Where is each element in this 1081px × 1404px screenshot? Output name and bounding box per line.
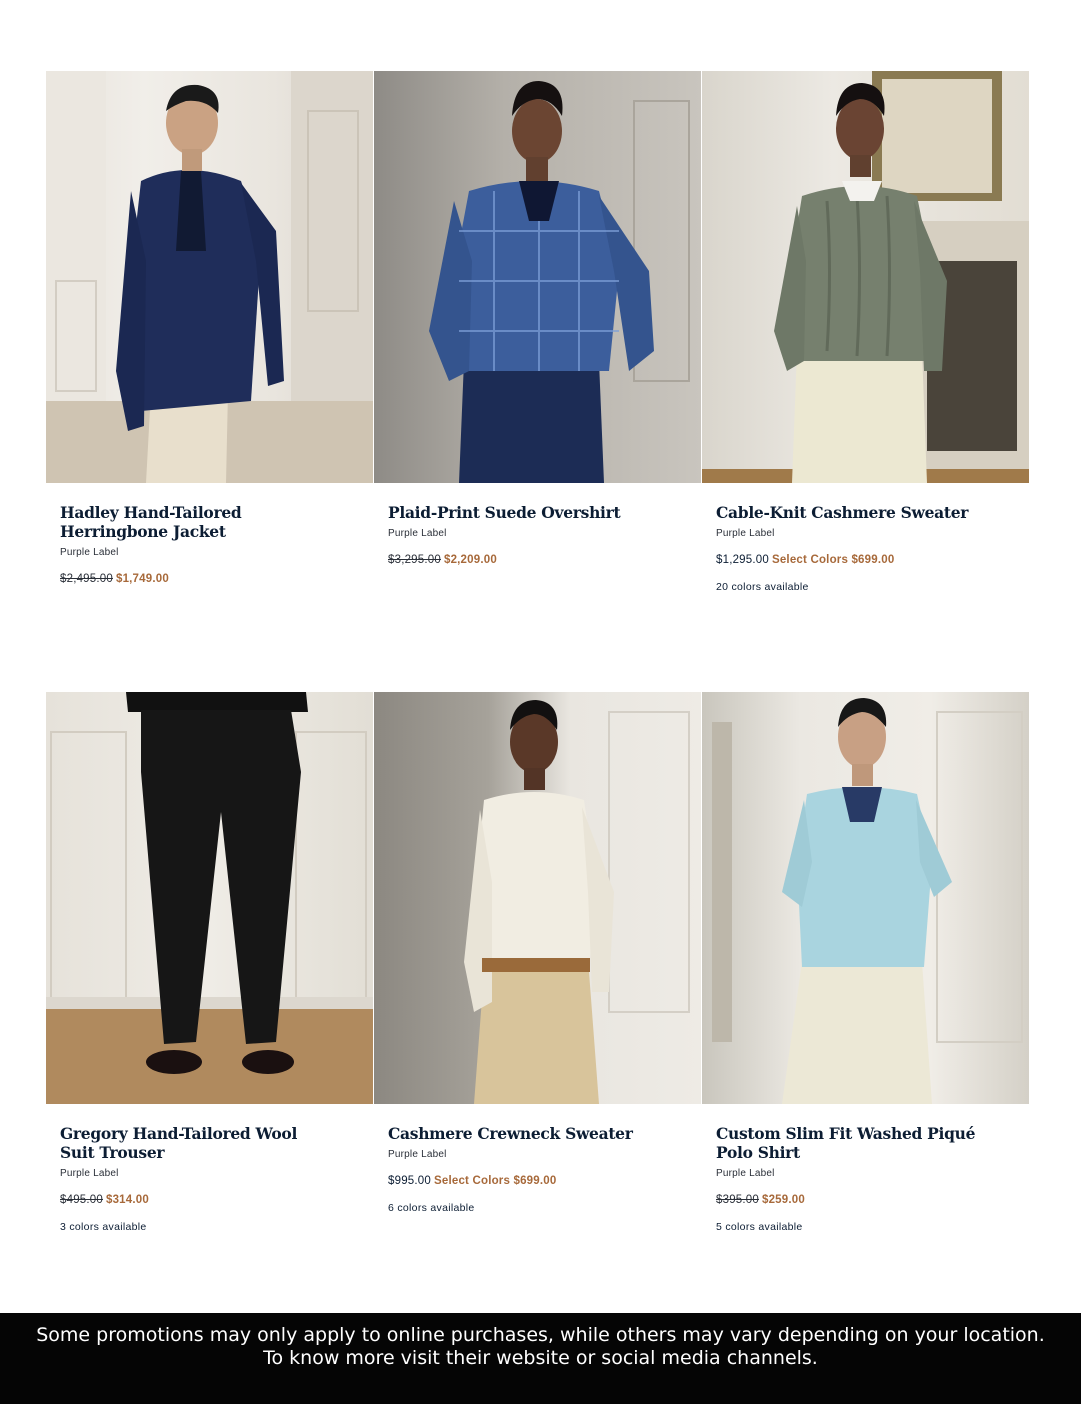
product-brand: Purple Label	[60, 547, 119, 558]
black-wool-trousers-photo	[46, 692, 373, 1104]
original-price: $3,295.00	[388, 554, 441, 566]
product-price: $1,295.00 Select Colors $699.00	[716, 554, 1015, 566]
product-price: $3,295.00 $2,209.00	[388, 554, 687, 566]
product-image[interactable]	[702, 71, 1029, 483]
original-price: $495.00	[60, 1194, 103, 1206]
product-brand: Purple Label	[716, 1168, 775, 1179]
regular-price: $1,295.00	[716, 554, 769, 566]
product-name[interactable]: Cashmere Crewneck Sweater	[388, 1124, 648, 1143]
product-name[interactable]: Cable-Knit Cashmere Sweater	[716, 503, 976, 522]
product-image[interactable]	[374, 71, 701, 483]
man-light-blue-polo-photo	[712, 698, 1023, 1104]
product-brand: Purple Label	[60, 1168, 119, 1179]
product-brand: Purple Label	[388, 528, 447, 539]
disclaimer-line-2: To know more visit their website or soci…	[263, 1347, 818, 1369]
sale-price: $1,749.00	[115, 573, 169, 585]
man-navy-blazer-photo	[46, 71, 373, 483]
product-grid-row-1: Hadley Hand-Tailored Herringbone Jacket …	[46, 71, 1029, 593]
product-price: $2,495.00 $1,749.00	[60, 573, 359, 585]
product-name[interactable]: Custom Slim Fit Washed Piqué Polo Shirt	[716, 1124, 976, 1162]
product-name[interactable]: Plaid-Print Suede Overshirt	[388, 503, 648, 522]
promo-disclaimer-footer: Some promotions may only apply to online…	[0, 1313, 1081, 1404]
sale-price: Select Colors $699.00	[433, 1175, 557, 1187]
product-price: $395.00 $259.00	[716, 1194, 1015, 1206]
product-brand: Purple Label	[716, 528, 775, 539]
sale-price: Select Colors $699.00	[771, 554, 895, 566]
product-image[interactable]	[46, 692, 373, 1104]
product-name[interactable]: Gregory Hand-Tailored Wool Suit Trouser	[60, 1124, 320, 1162]
product-card[interactable]: Hadley Hand-Tailored Herringbone Jacket …	[46, 71, 373, 593]
product-card[interactable]: Custom Slim Fit Washed Piqué Polo Shirt …	[702, 692, 1029, 1233]
product-card[interactable]: Plaid-Print Suede Overshirt Purple Label…	[374, 71, 701, 593]
product-brand: Purple Label	[388, 1149, 447, 1160]
original-price: $2,495.00	[60, 573, 113, 585]
regular-price: $995.00	[388, 1175, 431, 1187]
product-card[interactable]: Gregory Hand-Tailored Wool Suit Trouser …	[46, 692, 373, 1233]
product-card[interactable]: Cable-Knit Cashmere Sweater Purple Label…	[702, 71, 1029, 593]
man-grey-cable-knit-sweater-photo	[702, 71, 1029, 483]
product-price: $495.00 $314.00	[60, 1194, 359, 1206]
product-card[interactable]: Cashmere Crewneck Sweater Purple Label $…	[374, 692, 701, 1233]
product-image[interactable]	[702, 692, 1029, 1104]
man-cream-crewneck-sweater-photo	[464, 700, 690, 1104]
disclaimer-line-1: Some promotions may only apply to online…	[36, 1324, 1045, 1346]
sale-price: $2,209.00	[443, 554, 497, 566]
product-name[interactable]: Hadley Hand-Tailored Herringbone Jacket	[60, 503, 320, 541]
original-price: $395.00	[716, 1194, 759, 1206]
product-grid-row-2: Gregory Hand-Tailored Wool Suit Trouser …	[46, 692, 1029, 1233]
colors-available[interactable]: 20 colors available	[716, 581, 1015, 593]
man-blue-plaid-overshirt-photo	[429, 81, 690, 483]
colors-available[interactable]: 3 colors available	[60, 1221, 359, 1233]
sale-price: $314.00	[105, 1194, 149, 1206]
colors-available[interactable]: 5 colors available	[716, 1221, 1015, 1233]
sale-price: $259.00	[761, 1194, 805, 1206]
product-image[interactable]	[374, 692, 701, 1104]
colors-available[interactable]: 6 colors available	[388, 1202, 687, 1214]
product-price: $995.00 Select Colors $699.00	[388, 1175, 687, 1187]
product-image[interactable]	[46, 71, 373, 483]
